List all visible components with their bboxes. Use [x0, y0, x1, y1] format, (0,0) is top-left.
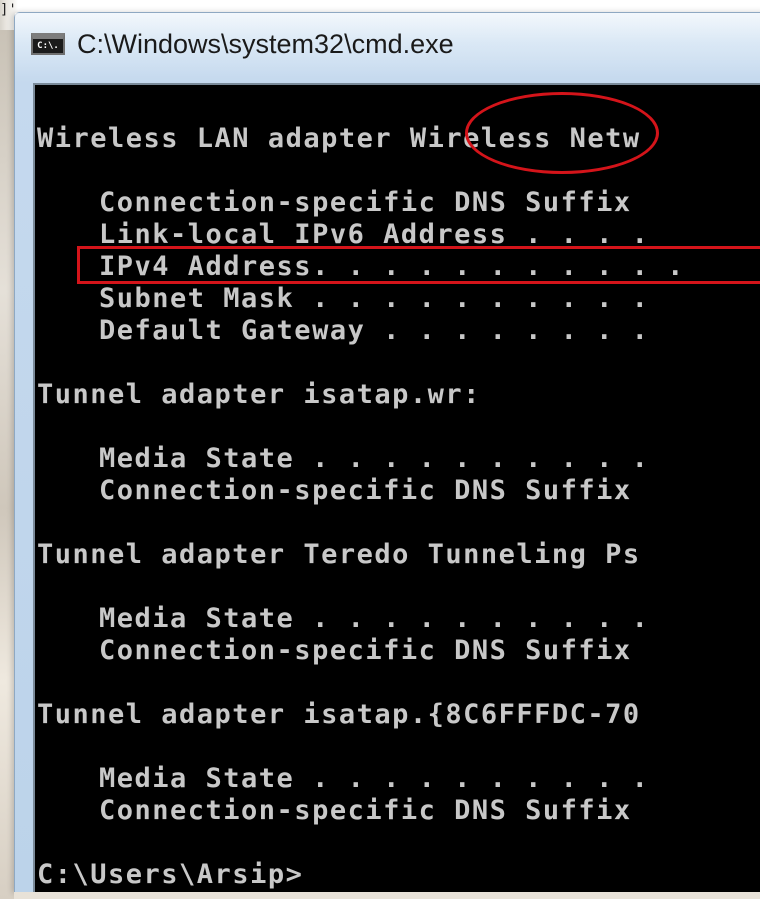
console-line-subnet-mask: Subnet Mask . . . . . . . . . . [99, 283, 650, 314]
console-line-media-state: Media State . . . . . . . . . . [99, 603, 650, 634]
cmd-icon-label: C:\. [37, 40, 59, 51]
window-title: C:\Windows\system32\cmd.exe [77, 28, 454, 59]
console-line-media-state: Media State . . . . . . . . . . [99, 763, 650, 794]
annotation-ellipse-wireless [465, 92, 659, 174]
console-line-dns-suffix: Connection-specific DNS Suffix [99, 475, 632, 506]
title-bar[interactable]: C:\. C:\Windows\system32\cmd.exe [15, 13, 760, 75]
console-line-adapter-isatap-wr: Tunnel adapter isatap.wr: [37, 379, 481, 410]
console-line-default-gateway: Default Gateway . . . . . . . . [99, 315, 650, 346]
console-line-dns-suffix: Connection-specific DNS Suffix [99, 187, 632, 218]
console-line-adapter-isatap-guid: Tunnel adapter isatap.{8C6FFFDC-70 [37, 699, 641, 730]
console-line-dns-suffix: Connection-specific DNS Suffix [99, 795, 632, 826]
console-line-adapter-teredo: Tunnel adapter Teredo Tunneling Ps [37, 539, 641, 570]
console-prompt[interactable]: C:\Users\Arsip> [37, 859, 303, 891]
cmd-window: C:\. C:\Windows\system32\cmd.exe Wireles… [14, 12, 760, 895]
annotation-rect-ipv4 [77, 246, 760, 284]
console-line-dns-suffix: Connection-specific DNS Suffix [99, 635, 632, 666]
console-output[interactable]: Wireless LAN adapter Wireless Netw Conne… [33, 83, 760, 895]
cmd-console-icon[interactable]: C:\. [31, 33, 65, 55]
console-line-media-state: Media State . . . . . . . . . . [99, 443, 650, 474]
bottom-edge [14, 892, 760, 899]
